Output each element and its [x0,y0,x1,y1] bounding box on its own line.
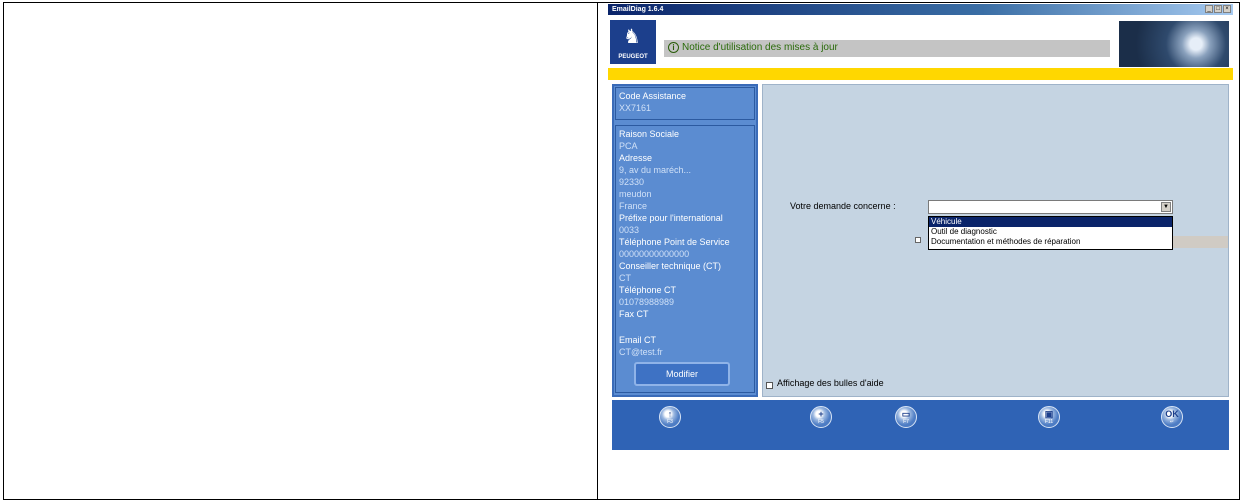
country-value: France [619,201,648,211]
banner-image [1119,21,1229,67]
add-icon: + [818,409,824,419]
help-bubbles-checkbox[interactable] [766,382,773,389]
yellow-band [608,68,1233,80]
f7-key-label: F7 [903,419,909,425]
frame-divider [597,2,598,500]
attach-button[interactable]: ▭ F7 [895,406,917,428]
help-bubbles-label: Affichage des bulles d'aide [777,378,884,388]
f5-key-label: F5 [818,419,824,425]
dropdown-option-outil-diagnostic[interactable]: Outil de diagnostic [929,227,1172,237]
service-phone-value: 00000000000000 [619,249,690,259]
service-phone-label: Téléphone Point de Service [619,237,730,247]
attach-icon: ▭ [901,409,911,419]
upload-icon: ↑ [667,409,673,419]
function-toolbar: ↑ F3 + F5 ▭ F7 ▣ F11 OK ↵ [612,400,1229,450]
notice-link[interactable]: Notice d'utilisation des mises à jour [682,42,838,53]
peugeot-lion-icon: ♞ [623,24,641,48]
ct-email-label: Email CT [619,335,657,345]
f3-key-label: F3 [667,419,673,425]
peugeot-logo: ♞ PEUGEOT [610,20,656,64]
window-title: EmailDiag 1.6.4 [612,6,664,13]
monitor-button[interactable]: ▣ F11 [1038,406,1060,428]
request-label: Votre demande concerne : [790,201,896,211]
adresse-value: 9, av du maréch... [619,165,692,175]
app-window: EmailDiag 1.6.4 _ □ × ♞ PEUGEOT i Notice… [608,4,1233,454]
brand-name: PEUGEOT [618,54,648,60]
dropdown-option-documentation[interactable]: Documentation et méthodes de réparation [929,237,1172,247]
enter-key-label: ↵ [1169,419,1175,425]
postal-code-value: 92330 [619,177,645,187]
modify-button[interactable]: Modifier [634,362,730,386]
title-bar: EmailDiag 1.6.4 _ □ × [608,4,1233,15]
raison-sociale-label: Raison Sociale [619,129,680,139]
chevron-down-icon[interactable]: ▼ [1161,202,1171,212]
request-select[interactable]: ▼ [928,200,1173,214]
notice-bar[interactable]: i Notice d'utilisation des mises à jour [664,40,1110,57]
prefix-label: Préfixe pour l'international [619,213,723,223]
add-button[interactable]: + F5 [810,406,832,428]
window-controls: _ □ × [1205,5,1231,13]
prefix-value: 0033 [619,225,640,235]
ct-phone-label: Téléphone CT [619,285,677,295]
city-value: meudon [619,189,652,199]
minimize-icon[interactable]: _ [1205,5,1213,13]
upload-button[interactable]: ↑ F3 [659,406,681,428]
ok-icon: OK [1165,409,1179,419]
hidden-checkbox[interactable] [915,237,921,243]
ok-button[interactable]: OK ↵ [1161,406,1183,428]
code-assistance-label: Code Assistance [619,91,687,101]
ct-email-value: CT@test.fr [619,347,663,357]
monitor-icon: ▣ [1044,409,1054,419]
request-dropdown-list[interactable]: Véhicule Outil de diagnostic Documentati… [928,216,1173,250]
f11-key-label: F11 [1044,419,1054,425]
maximize-icon[interactable]: □ [1214,5,1222,13]
dealer-info-box: Raison Sociale PCA Adresse 9, av du maré… [615,125,755,393]
dropdown-option-vehicule[interactable]: Véhicule [929,217,1172,227]
ct-phone-value: 01078988989 [619,297,675,307]
ct-value: CT [619,273,631,283]
code-assistance-box: Code Assistance XX7161 [615,87,755,120]
info-icon: i [668,42,679,53]
ct-label: Conseiller technique (CT) [619,261,722,271]
raison-sociale-value: PCA [619,141,638,151]
code-assistance-value: XX7161 [619,103,652,113]
hidden-field [1173,236,1228,248]
adresse-label: Adresse [619,153,653,163]
close-icon[interactable]: × [1223,5,1231,13]
ct-fax-label: Fax CT [619,309,649,319]
